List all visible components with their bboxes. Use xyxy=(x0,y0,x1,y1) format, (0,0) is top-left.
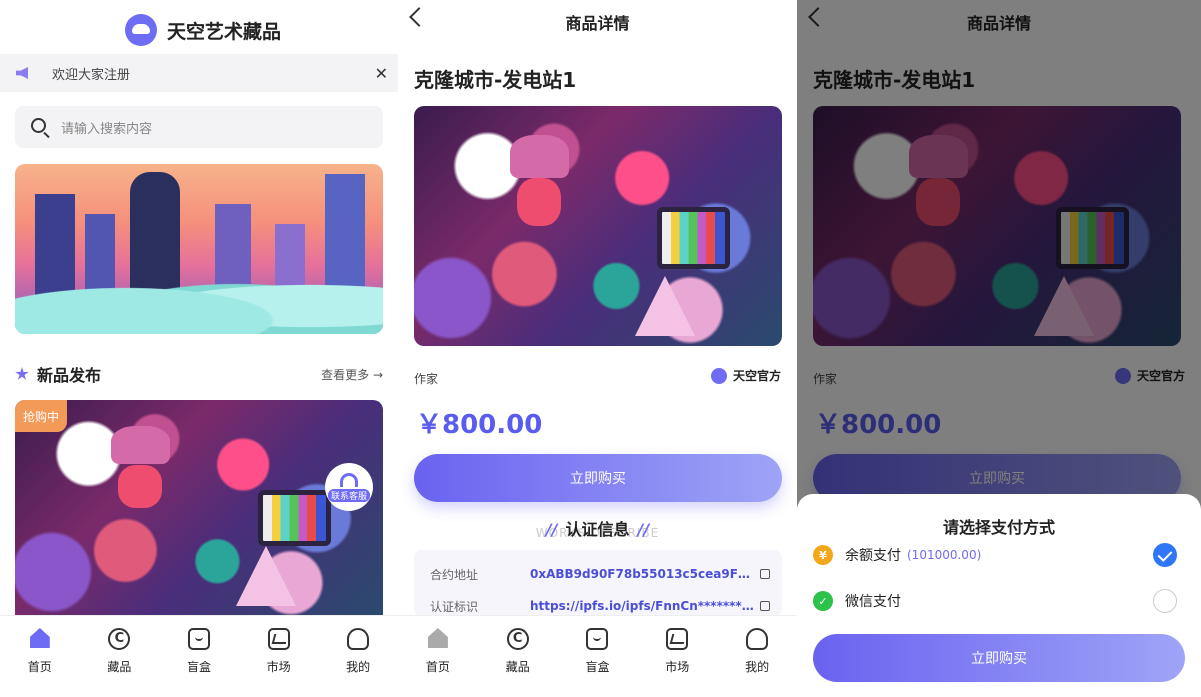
buy-now-button[interactable]: 立即购买 xyxy=(414,454,782,502)
cert-title: 认证信息 xyxy=(565,520,630,539)
home-screen: 天空艺术藏品 欢迎大家注册 ✕ 请输入搜索内容 新品发布 查看更多 → 抢购中 … xyxy=(0,0,398,697)
art-star xyxy=(235,546,296,607)
art-hat xyxy=(110,425,170,465)
author-name: 天空官方 xyxy=(732,369,781,383)
author-avatar xyxy=(710,367,727,384)
wallet-icon: ¥ xyxy=(813,545,833,565)
brand-name: 天空艺术藏品 xyxy=(167,20,282,43)
slash-icon: // xyxy=(637,520,650,539)
pay-label: 微信支付 xyxy=(845,594,901,610)
art-star xyxy=(634,276,695,337)
balance-amount: (101000.00) xyxy=(907,548,982,562)
confirm-buy-button[interactable]: 立即购买 xyxy=(813,634,1185,682)
cert-row-contract: 合约地址 0xABB9d90F78b55013c5cea9F91… xyxy=(430,564,770,584)
author[interactable]: 天空官方 xyxy=(710,367,781,384)
tab-blind-box[interactable]: 盲盒 xyxy=(558,616,638,697)
detail-screen: 商品详情 克隆城市-发电站1 作家 天空官方 ￥800.00 立即购买 WORK… xyxy=(398,0,797,697)
cert-row-ipfs: 认证标识 https://ipfs.io/ipfs/FnnCn*******… xyxy=(430,596,770,616)
home-icon xyxy=(427,628,449,650)
tab-bar: 首页 C 藏品 盲盒 市场 我的 xyxy=(398,615,797,697)
tab-label: 藏品 xyxy=(505,660,530,674)
banner-cloud xyxy=(15,264,383,334)
status-badge: 抢购中 xyxy=(15,400,67,432)
star-icon xyxy=(15,367,29,380)
user-icon xyxy=(746,628,769,650)
box-icon xyxy=(586,628,609,650)
tab-market[interactable]: 市场 xyxy=(239,616,319,697)
cert-key: 合约地址 xyxy=(430,567,479,582)
search-input[interactable]: 请输入搜索内容 xyxy=(15,106,383,148)
tab-collections[interactable]: C 藏品 xyxy=(80,616,160,697)
art-face xyxy=(517,178,562,226)
copyright-icon: C xyxy=(506,628,529,650)
close-icon[interactable]: ✕ xyxy=(375,64,388,83)
payment-screen: 商品详情 克隆城市-发电站1 作家 天空官方 ￥800.00 立即购买 请选择支… xyxy=(797,0,1201,697)
tab-collections[interactable]: C 藏品 xyxy=(478,616,558,697)
pay-label: 余额支付 xyxy=(845,548,901,564)
wechat-icon: ✓ xyxy=(813,591,833,611)
pay-option-wechat[interactable]: ✓ 微信支付 xyxy=(813,588,1185,614)
tab-bar: 首页 C 藏品 盲盒 市场 我的 xyxy=(0,615,398,697)
sheet-title: 请选择支付方式 xyxy=(942,518,1055,537)
art-tv xyxy=(656,206,731,270)
new-release-header: 新品发布 查看更多 → xyxy=(15,362,383,386)
cert-title-wrap: // 认证信息 // xyxy=(398,516,797,540)
copy-icon[interactable] xyxy=(760,569,770,579)
price: ￥800.00 xyxy=(416,410,543,440)
product-title: 克隆城市-发电站1 xyxy=(414,68,577,92)
headset-icon xyxy=(340,472,358,487)
tab-home[interactable]: 首页 xyxy=(398,616,478,697)
tab-label: 市场 xyxy=(266,660,291,674)
pay-option-balance[interactable]: ¥ 余额支付 (101000.00) xyxy=(813,542,1185,568)
radio-checked[interactable] xyxy=(1153,543,1177,567)
search-placeholder: 请输入搜索内容 xyxy=(61,121,153,137)
copy-icon[interactable] xyxy=(760,601,770,611)
cert-key: 认证标识 xyxy=(430,599,479,614)
tab-label: 市场 xyxy=(665,660,690,674)
author-label: 作家 xyxy=(414,372,439,386)
art-face xyxy=(118,464,163,508)
market-icon xyxy=(666,628,689,650)
search-icon xyxy=(31,118,46,133)
art-tv xyxy=(257,490,332,547)
home-icon xyxy=(29,628,51,650)
notice-text: 欢迎大家注册 xyxy=(52,67,131,83)
copyright-icon: C xyxy=(108,628,131,650)
tab-mine[interactable]: 我的 xyxy=(717,616,797,697)
view-more-link[interactable]: 查看更多 → xyxy=(321,366,383,383)
cert-box: 合约地址 0xABB9d90F78b55013c5cea9F91… 认证标识 h… xyxy=(414,550,782,616)
brand: 天空艺术藏品 xyxy=(125,14,281,46)
notice-bar: 欢迎大家注册 ✕ xyxy=(0,54,398,92)
tab-label: 首页 xyxy=(27,660,52,674)
tab-home[interactable]: 首页 xyxy=(0,616,80,697)
banner-image[interactable] xyxy=(15,164,383,334)
tab-label: 我的 xyxy=(745,660,770,674)
slash-icon: // xyxy=(545,520,558,539)
tab-label: 首页 xyxy=(425,660,450,674)
radio-unchecked[interactable] xyxy=(1153,589,1177,613)
product-image xyxy=(414,106,782,346)
tab-label: 我的 xyxy=(346,660,371,674)
payment-sheet: 请选择支付方式 ¥ 余额支付 (101000.00) ✓ 微信支付 立即购买 xyxy=(797,494,1201,697)
tab-label: 藏品 xyxy=(107,660,132,674)
tab-market[interactable]: 市场 xyxy=(637,616,717,697)
speaker-icon xyxy=(16,67,28,79)
section-title: 新品发布 xyxy=(37,366,102,385)
tab-label: 盲盒 xyxy=(585,660,610,674)
customer-service-label: 联系客服 xyxy=(327,488,370,502)
user-icon xyxy=(347,628,370,650)
brand-logo-icon xyxy=(125,14,157,46)
customer-service-button[interactable]: 联系客服 xyxy=(325,463,373,511)
box-icon xyxy=(187,628,210,650)
cert-value: 0xABB9d90F78b55013c5cea9F91… xyxy=(530,567,754,581)
tab-label: 盲盒 xyxy=(186,660,211,674)
page-title: 商品详情 xyxy=(565,14,630,33)
art-hat xyxy=(509,134,569,178)
cert-value: https://ipfs.io/ipfs/FnnCn*******… xyxy=(530,599,754,613)
tab-mine[interactable]: 我的 xyxy=(318,616,398,697)
product-card-image[interactable] xyxy=(15,400,383,615)
tab-blind-box[interactable]: 盲盒 xyxy=(159,616,239,697)
market-icon xyxy=(267,628,290,650)
